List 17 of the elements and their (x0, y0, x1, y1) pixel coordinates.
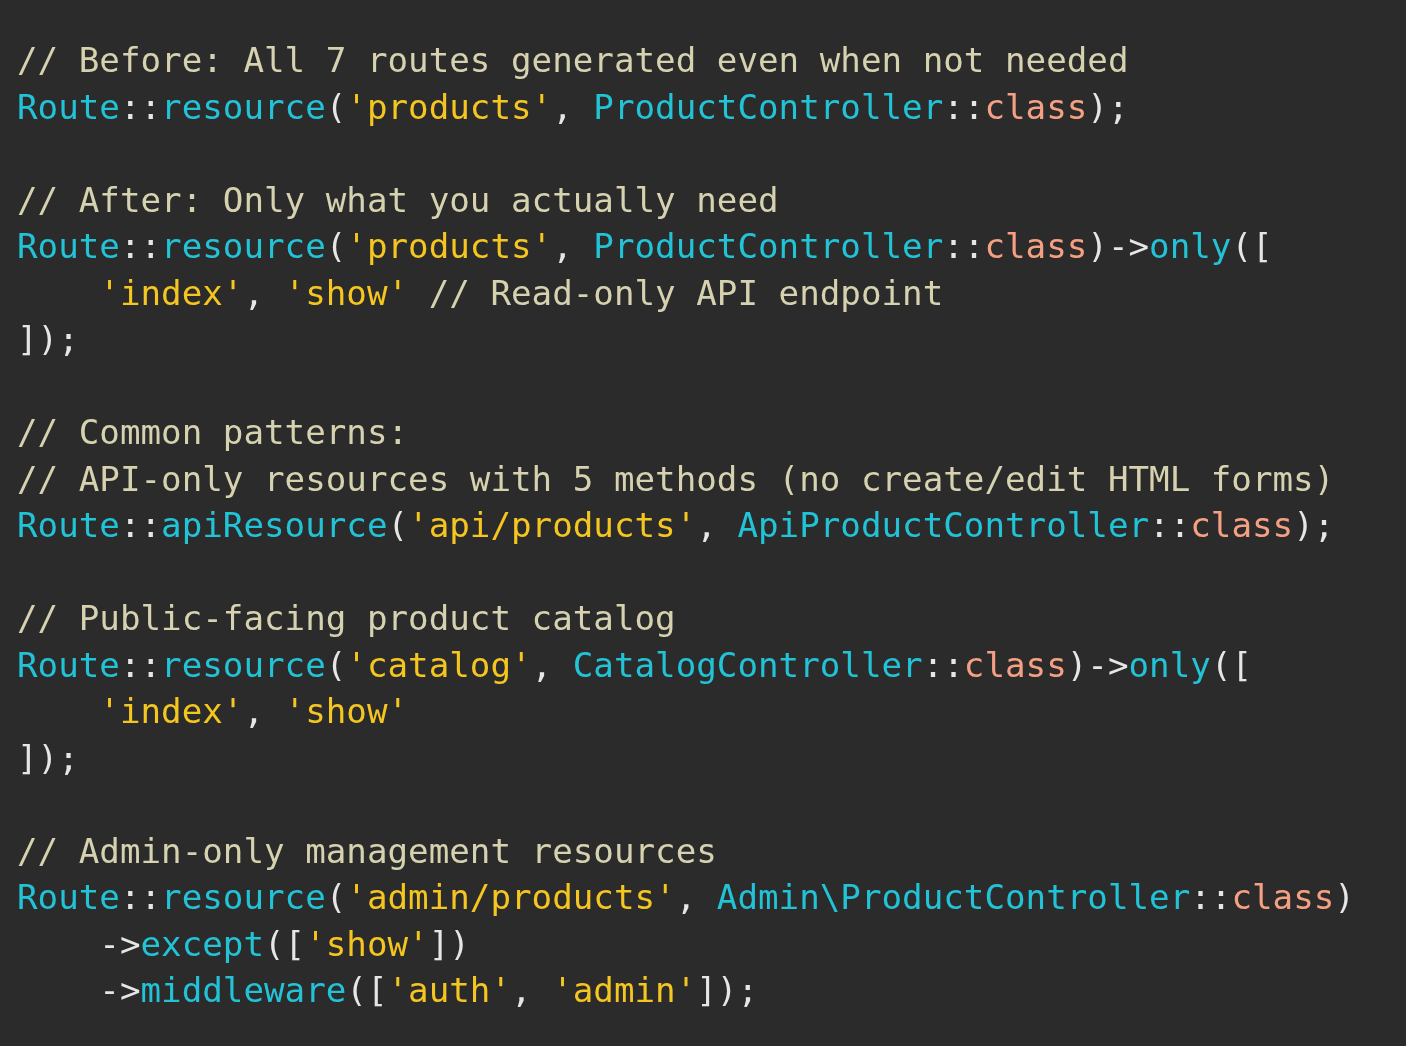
code-line: Route::resource('admin/products', Admin\ProductController::class) (17, 876, 1355, 919)
code-comment: // Admin-only management resources (17, 829, 717, 873)
code-line: 'index', 'show' // Read-only API endpoint (99, 271, 944, 315)
code-line: Route::resource('catalog', CatalogController::class)->only([ (17, 643, 1253, 687)
code-comment: // After: Only what you actually need (17, 178, 779, 222)
code-comment: // Before: All 7 routes generated even when not needed (17, 39, 1129, 82)
code-line: Route::apiResource('api/products', ApiProductController::class); (17, 504, 1335, 547)
code-line: ->middleware(['auth', 'admin']); (99, 969, 758, 1012)
code-line: ]); (17, 318, 79, 361)
code-comment: // Public-facing product catalog (17, 597, 676, 640)
code-line: 'index', 'show' (99, 690, 409, 733)
code-line: Route::resource('products', ProductController::class); (17, 85, 1129, 129)
code-comment: // API-only resources with 5 methods (no create/edit HTML forms) (17, 457, 1335, 501)
code-comment: // Common patterns: (17, 411, 409, 454)
code-line: Route::resource('products', ProductController::class)->only([ (17, 225, 1273, 268)
code-line: ]); (17, 736, 79, 780)
code-line: ->except(['show']) (99, 922, 470, 966)
